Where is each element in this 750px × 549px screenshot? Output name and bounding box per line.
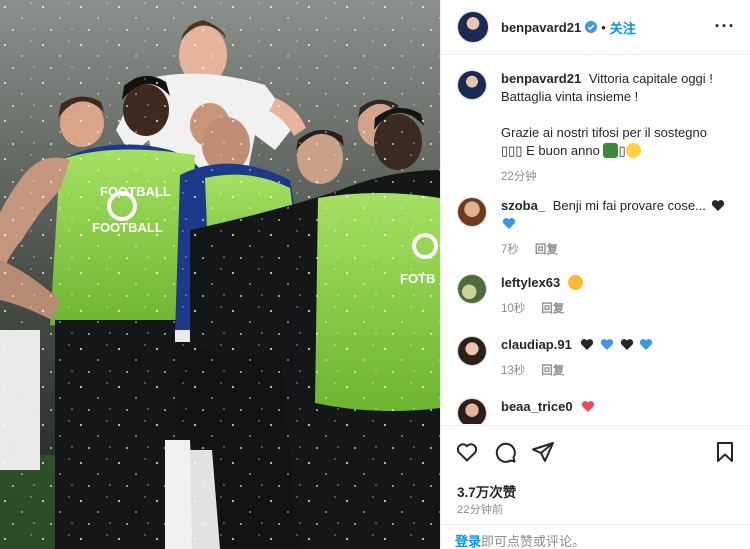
gift-emoji-icon <box>603 143 619 158</box>
caption-text-3: E buon anno <box>526 143 600 158</box>
black-heart-icon <box>620 339 633 350</box>
black-heart-icon <box>581 339 594 350</box>
verified-badge-icon <box>585 21 598 33</box>
posted-time: 22分钟前 <box>457 504 504 516</box>
flag-emoji-icon: ▯▯▯ <box>501 143 523 158</box>
avatar[interactable] <box>457 11 489 43</box>
comment-item: beaa_trice0 <box>457 398 737 424</box>
separator-dot: • <box>601 19 606 35</box>
comments-list[interactable]: benpavard21 Vittoria capitale oggi ! Bat… <box>441 56 750 424</box>
login-text: 即可点赞或评论。 <box>481 534 586 549</box>
smile-emoji-icon <box>625 143 641 158</box>
red-heart-icon <box>582 401 595 412</box>
post-panel: benpavard21 • 关注 ··· benpavard21 Vittori… <box>440 0 750 549</box>
comment-item: claudiap.91 13秒 回复 <box>457 336 737 380</box>
comment-username[interactable]: leftylex63 <box>501 275 560 290</box>
comment-text: Benji mi fai provare cose... <box>552 198 706 213</box>
caption-text-2: Grazie ai nostri tifosi per il sostegno <box>501 125 707 140</box>
blue-heart-icon <box>600 339 614 350</box>
reply-button[interactable]: 回复 <box>541 365 564 377</box>
login-link[interactable]: 登录 <box>455 534 481 549</box>
comment-username[interactable]: szoba_ <box>501 198 545 213</box>
black-heart-icon <box>711 200 724 211</box>
comment-time: 7秒 <box>501 244 519 256</box>
heart-icon[interactable] <box>455 440 479 464</box>
follow-button[interactable]: 关注 <box>610 18 636 37</box>
comment-avatar[interactable] <box>457 274 487 304</box>
comment-avatar[interactable] <box>457 336 487 366</box>
action-bar: 3.7万次赞 22分钟前 登录即可点赞或评论。 <box>441 425 750 549</box>
comment-username[interactable]: claudiap.91 <box>501 337 572 352</box>
post-photo[interactable]: FOOTBALL FOOTBALL FOTB <box>0 0 440 549</box>
more-options-icon[interactable]: ··· <box>713 14 737 38</box>
comment-avatar[interactable] <box>457 197 487 227</box>
blue-heart-icon <box>640 339 653 350</box>
comment-item: szoba_ Benji mi fai provare cose... 7秒 回复 <box>457 197 737 259</box>
caption-avatar[interactable] <box>457 70 487 100</box>
caption-username[interactable]: benpavard21 <box>501 71 581 86</box>
tongue-emoji-icon <box>567 275 583 290</box>
share-icon[interactable] <box>531 440 555 464</box>
comment-time: 10秒 <box>501 303 526 315</box>
comment-icon[interactable] <box>493 440 517 464</box>
reply-button[interactable]: 回复 <box>535 244 558 256</box>
caption: benpavard21 Vittoria capitale oggi ! Bat… <box>457 70 737 186</box>
caption-line-3: ▯▯▯ E buon anno ▯ <box>501 142 737 160</box>
caption-time: 22分钟 <box>501 171 537 183</box>
post-header: benpavard21 • 关注 ··· <box>441 0 750 55</box>
reply-button[interactable]: 回复 <box>541 303 564 315</box>
header-username[interactable]: benpavard21 <box>501 20 581 35</box>
comment-time: 13秒 <box>501 365 526 377</box>
comment-username[interactable]: beaa_trice0 <box>501 399 573 414</box>
comment-item: leftylex63 10秒 回复 <box>457 274 737 318</box>
likes-count[interactable]: 3.7万次赞 <box>457 481 516 501</box>
comment-avatar[interactable] <box>457 398 487 424</box>
blue-heart-icon <box>502 218 516 229</box>
login-prompt: 登录即可点赞或评论。 <box>441 524 750 549</box>
bookmark-icon[interactable] <box>713 440 737 464</box>
